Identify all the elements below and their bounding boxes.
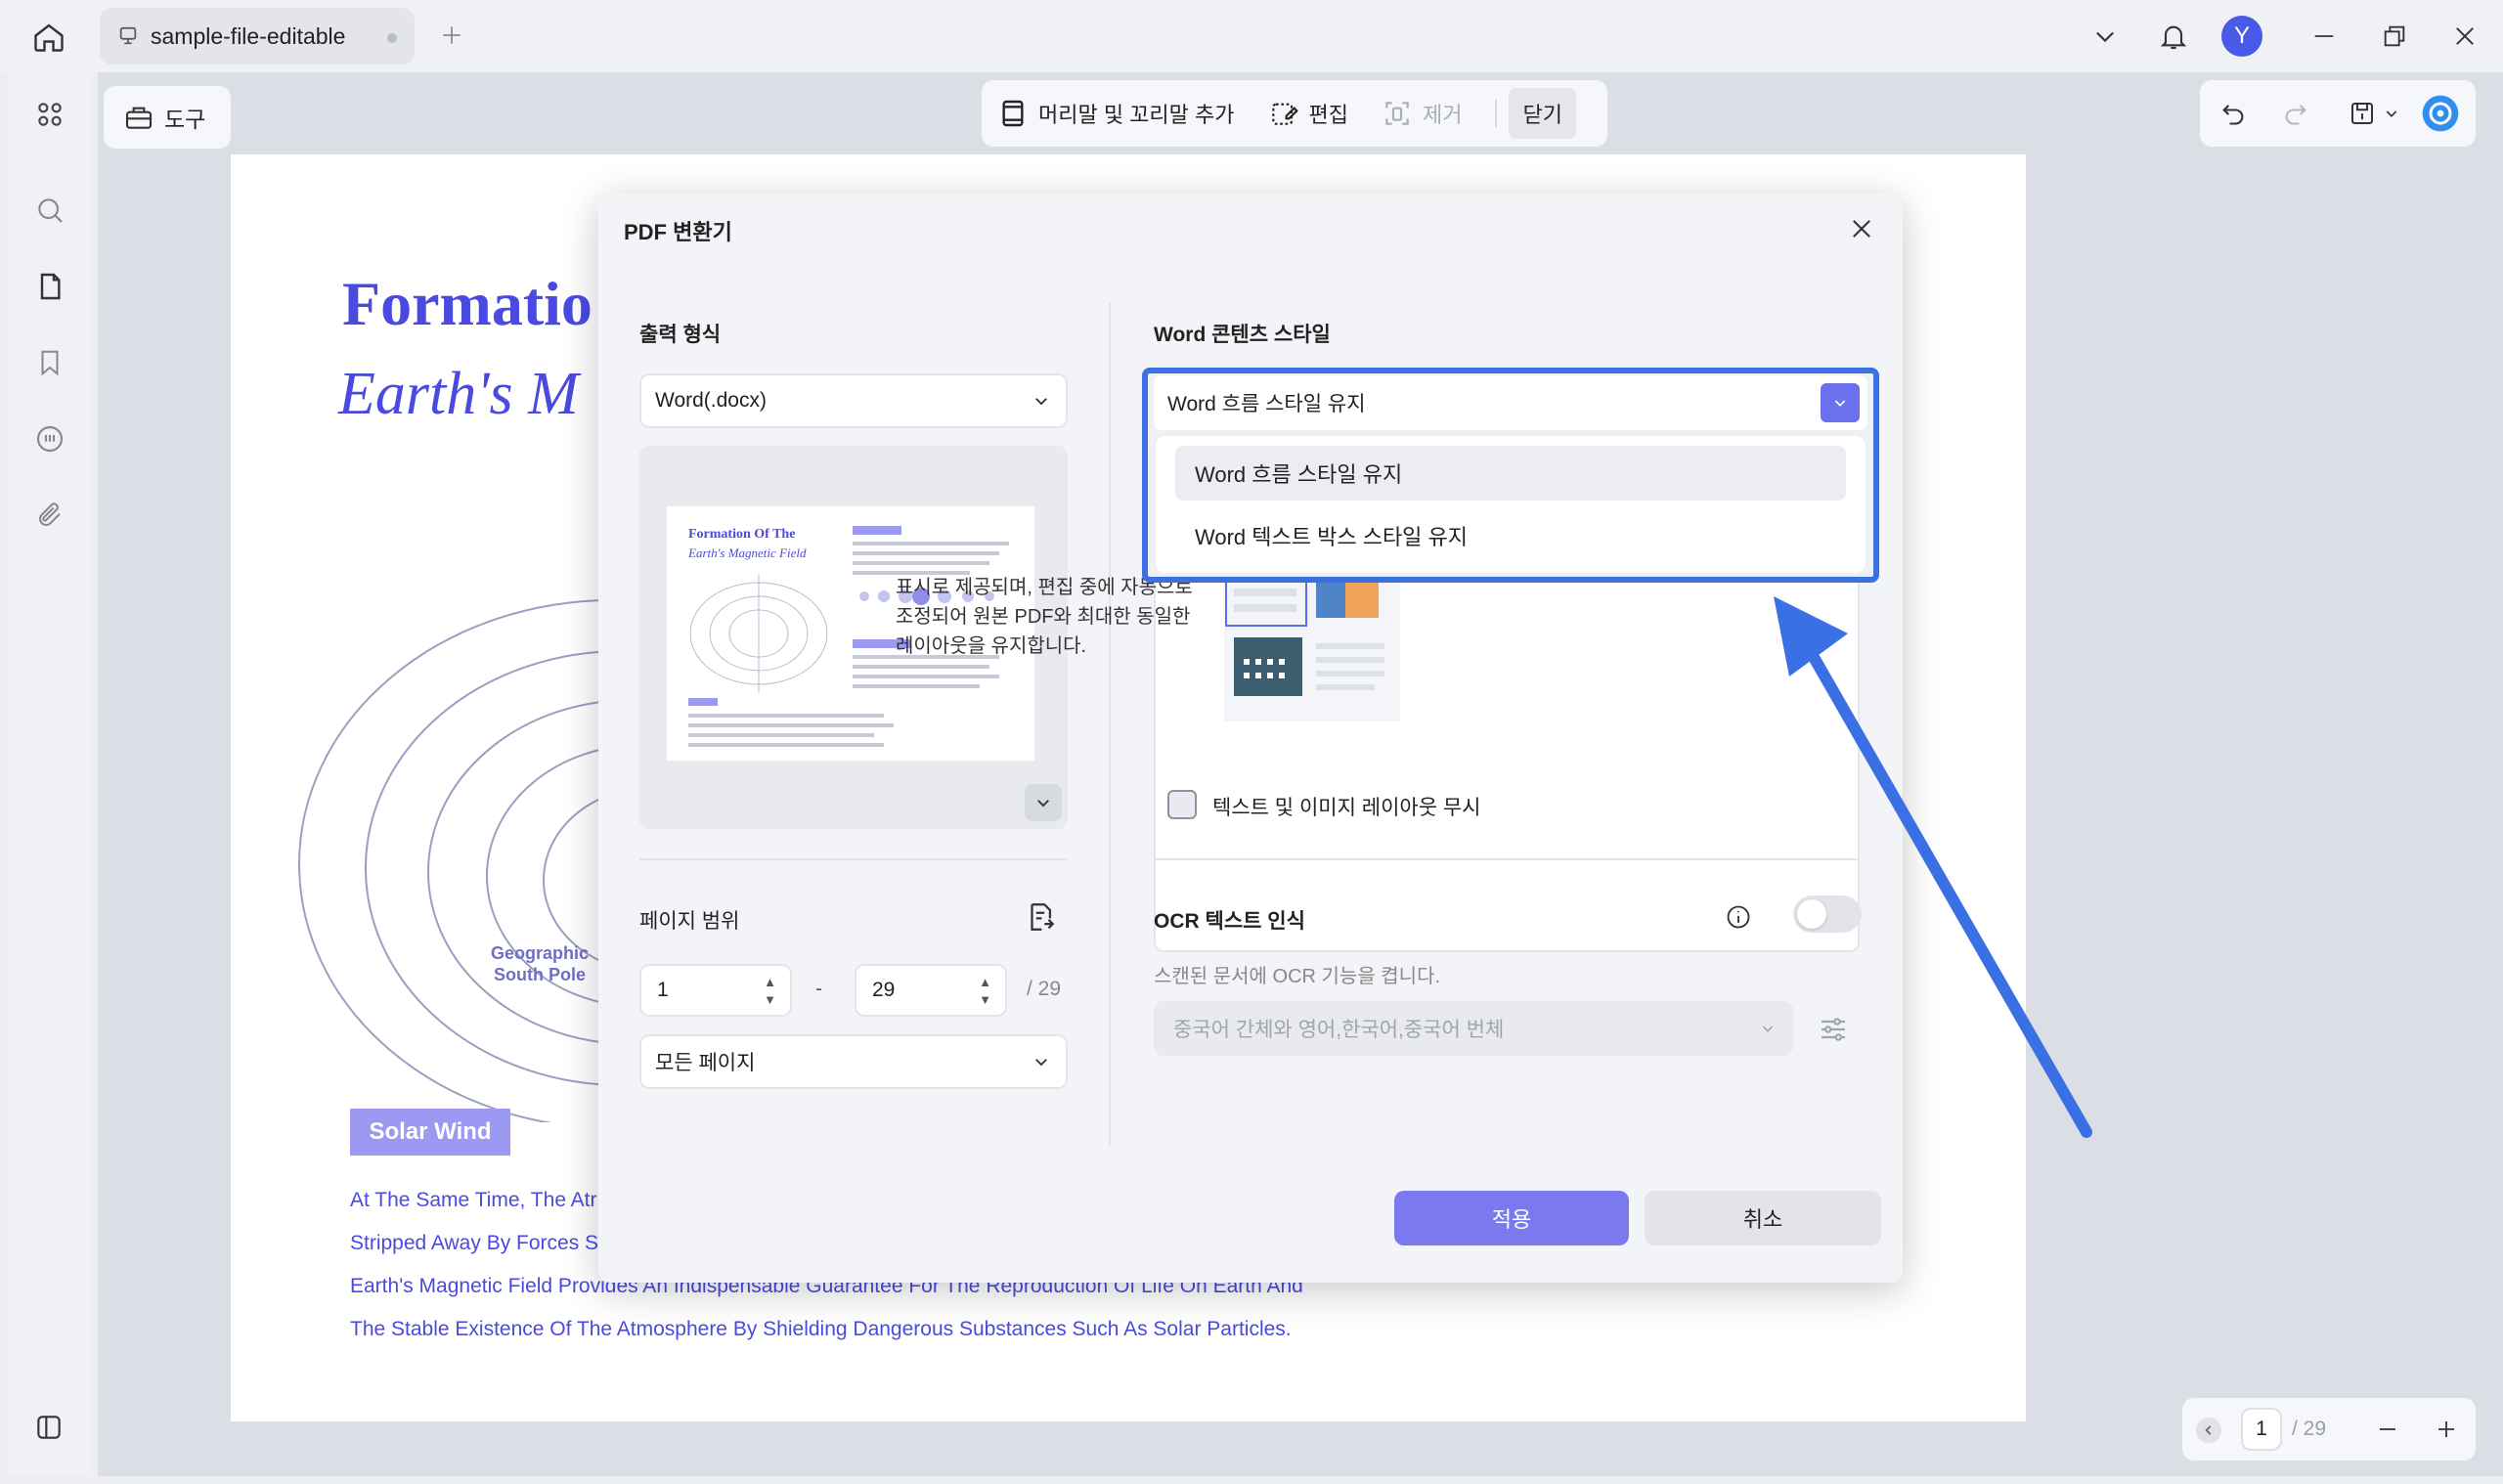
- chevron-down-icon: [1035, 1059, 1047, 1067]
- option-flow-style[interactable]: Word 흐름 스타일 유지: [1175, 446, 1846, 501]
- attachment-icon[interactable]: [27, 493, 72, 538]
- comment-icon[interactable]: [27, 416, 72, 461]
- ignore-layout-checkbox[interactable]: [1167, 790, 1197, 819]
- edit-toolbar: 머리말 및 꼬리말 추가 편집 제거 닫기: [982, 80, 1607, 147]
- document-tab[interactable]: sample-file-editable: [100, 8, 415, 65]
- minimize-icon[interactable]: [2302, 14, 2347, 59]
- ai-assistant-icon[interactable]: [2419, 92, 2462, 135]
- ocr-settings-icon[interactable]: [1813, 1009, 1854, 1050]
- range-dash: -: [815, 978, 822, 1000]
- header-footer-icon: [1002, 100, 1024, 127]
- header-footer-button[interactable]: 머리말 및 꼬리말 추가: [997, 98, 1235, 129]
- add-tab-icon[interactable]: [434, 18, 469, 53]
- redo-icon[interactable]: [2274, 92, 2317, 135]
- page-subset-select[interactable]: 모든 페이지: [639, 1034, 1068, 1089]
- unsaved-dot: [387, 33, 397, 43]
- ocr-toggle[interactable]: [1793, 895, 1862, 933]
- apps-grid-icon[interactable]: [27, 92, 72, 137]
- style-description: 표시로 제공되며, 편집 중에 자동으로 조정되어 원본 PDF와 최대한 동일…: [896, 577, 1193, 657]
- remove-button[interactable]: 제거: [1382, 98, 1462, 129]
- ocr-language-select[interactable]: 중국어 간체와 영어,한국어,중국어 번체: [1154, 1001, 1793, 1056]
- zoom-in-icon[interactable]: [2429, 1412, 2464, 1447]
- edit-icon: [1271, 103, 1298, 125]
- search-icon[interactable]: [27, 188, 72, 233]
- close-edit-button[interactable]: 닫기: [1509, 88, 1576, 139]
- swap-pages-icon[interactable]: [1021, 897, 1060, 937]
- toolbar-divider: [1495, 100, 1498, 127]
- quick-actions: [2200, 80, 2476, 147]
- stepper-icon[interactable]: ▲ ▼: [979, 974, 991, 1009]
- range-total: / 29: [1027, 978, 1062, 1000]
- tab-label: sample-file-editable: [151, 22, 346, 49]
- chevron-down-icon[interactable]: [1821, 383, 1860, 422]
- file-icon: [119, 26, 137, 45]
- left-rail: [8, 72, 92, 1476]
- word-style-label: Word 콘텐츠 스타일: [1154, 324, 1331, 346]
- output-format-select[interactable]: Word(.docx): [639, 373, 1068, 428]
- svg-text:Formation Of The: Formation Of The: [688, 527, 795, 542]
- tools-label: 도구: [164, 107, 206, 132]
- doc-title-line2: Earth's M: [338, 361, 579, 427]
- section-divider: [639, 858, 1068, 860]
- doc-text-line: At The Same Time, The Atr: [350, 1189, 597, 1211]
- close-icon[interactable]: [1842, 209, 1881, 248]
- pdf-converter-dialog: PDF 변환기 출력 형식 Word(.docx) Formation Of T…: [598, 194, 1903, 1283]
- page-navigator: 1 / 29: [2182, 1398, 2476, 1461]
- cancel-button[interactable]: 취소: [1645, 1191, 1881, 1245]
- ocr-label: OCR 텍스트 인식: [1154, 910, 1305, 933]
- word-style-options: Word 흐름 스타일 유지 Word 텍스트 박스 스타일 유지: [1156, 436, 1866, 573]
- doc-text-line: The Stable Existence Of The Atmosphere B…: [350, 1318, 1292, 1340]
- stepper-icon[interactable]: ▲ ▼: [764, 974, 776, 1009]
- ignore-layout-label: 텍스트 및 이미지 레이아웃 무시: [1212, 797, 1481, 819]
- dialog-title: PDF 변환기: [624, 220, 732, 244]
- remove-icon: [1385, 102, 1409, 125]
- save-options-chevron-icon[interactable]: [2380, 92, 2403, 135]
- chevron-down-icon[interactable]: [2083, 14, 2128, 59]
- undo-icon[interactable]: [2212, 92, 2255, 135]
- home-icon[interactable]: [27, 16, 70, 59]
- bell-icon[interactable]: [2151, 14, 2196, 59]
- expand-preview-icon[interactable]: [1025, 784, 1062, 821]
- range-from-input[interactable]: 1 ▲ ▼: [639, 964, 792, 1017]
- geo-south-pole-label: Geographic South Pole: [491, 943, 590, 984]
- info-icon[interactable]: [1721, 899, 1756, 935]
- chevron-down-icon: [1762, 1026, 1774, 1032]
- restore-icon[interactable]: [2372, 14, 2417, 59]
- doc-title-line1: Formatio: [342, 269, 593, 338]
- save-icon[interactable]: [2341, 92, 2384, 135]
- section-divider: [1154, 858, 1860, 860]
- previous-page-icon[interactable]: [2196, 1418, 2221, 1443]
- output-format-label: 출력 형식: [639, 324, 722, 346]
- apply-button[interactable]: 적용: [1394, 1191, 1629, 1245]
- word-style-select[interactable]: Word 흐름 스타일 유지: [1154, 375, 1867, 430]
- solar-wind-badge: Solar Wind: [350, 1109, 510, 1156]
- option-textbox-style[interactable]: Word 텍스트 박스 스타일 유지: [1175, 508, 1846, 563]
- chevron-down-icon: [1035, 398, 1047, 406]
- sidebar-toggle-icon[interactable]: [29, 1408, 68, 1447]
- bookmark-icon[interactable]: [27, 340, 72, 385]
- ocr-description: 스캔된 문서에 OCR 기능을 켭니다.: [1154, 966, 1441, 987]
- zoom-out-icon[interactable]: [2370, 1412, 2405, 1447]
- title-bar: sample-file-editable Y: [0, 0, 2503, 72]
- pages-icon[interactable]: [27, 264, 72, 309]
- column-divider: [1109, 303, 1111, 1146]
- page-total: / 29: [2292, 1418, 2327, 1440]
- word-style-dropdown: Word 흐름 스타일 유지 Word 흐름 스타일 유지 Word 텍스트 박…: [1142, 368, 1879, 583]
- current-page-input[interactable]: 1: [2241, 1408, 2282, 1451]
- avatar[interactable]: Y: [2221, 16, 2262, 57]
- svg-text:Earth's Magnetic Field: Earth's Magnetic Field: [687, 546, 807, 560]
- close-window-icon[interactable]: [2442, 14, 2487, 59]
- range-to-input[interactable]: 29 ▲ ▼: [855, 964, 1007, 1017]
- page-range-label: 페이지 범위: [639, 910, 740, 933]
- edit-button[interactable]: 편집: [1268, 98, 1348, 129]
- doc-text-line: Stripped Away By Forces S: [350, 1232, 599, 1254]
- tools-button[interactable]: 도구: [104, 86, 231, 149]
- toolbox-icon: [125, 107, 153, 129]
- style-description-card: [1154, 553, 1860, 952]
